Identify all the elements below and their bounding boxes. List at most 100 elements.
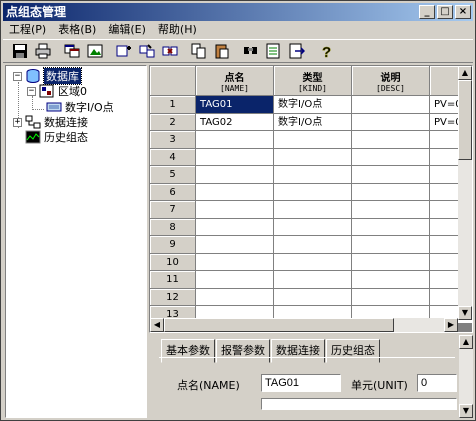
column-header-title: 类型 xyxy=(302,73,323,84)
grid-cell-kind[interactable] xyxy=(274,218,352,236)
unit-field[interactable]: 0 xyxy=(417,374,457,392)
menu-help[interactable]: 帮助(H) xyxy=(152,21,203,39)
grid-cell-desc[interactable] xyxy=(352,148,430,166)
grid-cell-name[interactable] xyxy=(196,288,274,306)
add-point-icon[interactable] xyxy=(113,40,135,62)
column-header[interactable]: 点名 [NAME] xyxy=(196,66,274,96)
copy-icon[interactable] xyxy=(188,40,210,62)
grid-cell-desc[interactable] xyxy=(352,166,430,184)
row-number[interactable]: 2 xyxy=(150,113,196,131)
grid-cell-name[interactable] xyxy=(196,218,274,236)
grid-cell-name[interactable] xyxy=(196,183,274,201)
row-number[interactable]: 11 xyxy=(150,271,196,289)
grid-cell-kind[interactable] xyxy=(274,131,352,149)
grid-cell-kind[interactable]: 数字I/O点 xyxy=(274,113,352,131)
row-number[interactable]: 3 xyxy=(150,131,196,149)
row-number[interactable]: 4 xyxy=(150,148,196,166)
grid-horizontal-scrollbar[interactable]: ◀ ▶ xyxy=(150,318,458,332)
row-number[interactable]: 5 xyxy=(150,166,196,184)
scroll-up-icon[interactable]: ▲ xyxy=(458,66,472,80)
row-number[interactable]: 7 xyxy=(150,201,196,219)
grid-cell-desc[interactable] xyxy=(352,183,430,201)
scroll-down-icon[interactable]: ▼ xyxy=(458,306,472,320)
grid-cell-kind[interactable] xyxy=(274,148,352,166)
grid-cell-name[interactable] xyxy=(196,166,274,184)
grid-cell-kind[interactable] xyxy=(274,183,352,201)
row-number[interactable]: 1 xyxy=(150,96,196,114)
grid-cell-desc[interactable] xyxy=(352,271,430,289)
grid-cell-desc[interactable] xyxy=(352,113,430,131)
grid-cell-kind[interactable] xyxy=(274,288,352,306)
minimize-button[interactable]: _ xyxy=(419,5,435,19)
grid-corner[interactable] xyxy=(150,66,196,96)
data-link-icon xyxy=(25,115,41,129)
scroll-left-icon[interactable]: ◀ xyxy=(150,318,164,332)
points-grid[interactable]: 点名 [NAME] 类型 [KIND] 说明 [DESC] 1 TAG01 数字I/O点 PV=0… xyxy=(149,65,473,333)
grid-vertical-scrollbar[interactable]: ▲ ▼ xyxy=(458,66,472,320)
report-icon[interactable] xyxy=(263,40,285,62)
print-icon[interactable] xyxy=(32,40,54,62)
export-icon[interactable] xyxy=(286,40,308,62)
help-icon[interactable]: ? xyxy=(315,40,337,62)
close-button[interactable]: × xyxy=(455,5,471,19)
column-header[interactable]: 类型 [KIND] xyxy=(274,66,352,96)
menu-project[interactable]: 工程(P) xyxy=(3,21,52,39)
row-number[interactable]: 8 xyxy=(150,218,196,236)
grid-cell-kind[interactable] xyxy=(274,253,352,271)
row-number[interactable]: 9 xyxy=(150,236,196,254)
scroll-thumb[interactable] xyxy=(458,80,472,160)
grid-cell-name[interactable] xyxy=(196,201,274,219)
row-number[interactable]: 10 xyxy=(150,253,196,271)
grid-cell-kind[interactable] xyxy=(274,236,352,254)
column-header-title: 说明 xyxy=(380,73,401,84)
scroll-up-icon[interactable]: ▲ xyxy=(459,335,473,349)
find-icon[interactable] xyxy=(240,40,262,62)
window-icon[interactable] xyxy=(61,40,83,62)
tree-node-data-link[interactable]: + 数据连接 xyxy=(13,114,88,130)
column-header[interactable]: 说明 [DESC] xyxy=(352,66,430,96)
delete-point-icon[interactable] xyxy=(159,40,181,62)
expand-icon[interactable]: + xyxy=(13,117,22,127)
grid-cell-name[interactable] xyxy=(196,271,274,289)
tree-node-database[interactable]: − 数据库 xyxy=(13,67,82,85)
tree-node-history[interactable]: 历史组态 xyxy=(25,129,88,145)
grid-cell-kind[interactable]: 数字I/O点 xyxy=(274,96,352,114)
grid-cell-name[interactable] xyxy=(196,131,274,149)
grid-cell-kind[interactable] xyxy=(274,166,352,184)
grid-cell-desc[interactable] xyxy=(352,253,430,271)
grid-cell-desc[interactable] xyxy=(352,131,430,149)
grid-cell-desc[interactable] xyxy=(352,218,430,236)
grid-cell-name[interactable]: TAG02 xyxy=(196,113,274,131)
insert-point-icon[interactable] xyxy=(136,40,158,62)
grid-cell-name[interactable] xyxy=(196,253,274,271)
maximize-button[interactable]: □ xyxy=(437,5,453,19)
collapse-icon[interactable]: − xyxy=(13,71,22,81)
desc-field[interactable] xyxy=(261,398,457,410)
grid-cell-desc[interactable] xyxy=(352,236,430,254)
window-title: 点组态管理 xyxy=(6,5,67,19)
project-tree[interactable]: − 数据库 − 区域0 数字I/O点 + 数据连接 历史组态 xyxy=(5,65,147,418)
grid-cell-kind[interactable] xyxy=(274,271,352,289)
menu-table[interactable]: 表格(B) xyxy=(52,21,102,39)
panel-vertical-scrollbar[interactable]: ▲ ▼ xyxy=(459,335,473,418)
grid-cell-desc[interactable] xyxy=(352,201,430,219)
row-number[interactable]: 6 xyxy=(150,183,196,201)
name-field[interactable]: TAG01 xyxy=(261,374,341,392)
grid-cell-desc[interactable] xyxy=(352,96,430,114)
menu-edit[interactable]: 编辑(E) xyxy=(102,21,152,39)
scroll-down-icon[interactable]: ▼ xyxy=(459,404,473,418)
row-number[interactable]: 12 xyxy=(150,288,196,306)
grid-cell-name[interactable] xyxy=(196,236,274,254)
save-icon[interactable] xyxy=(9,40,31,62)
tree-node-region[interactable]: − 区域0 xyxy=(27,83,87,99)
paste-icon[interactable] xyxy=(211,40,233,62)
scroll-thumb[interactable] xyxy=(164,318,394,332)
collapse-icon[interactable]: − xyxy=(27,86,36,96)
grid-cell-desc[interactable] xyxy=(352,288,430,306)
grid-cell-name[interactable]: TAG01 xyxy=(196,96,274,114)
grid-cell-name[interactable] xyxy=(196,148,274,166)
scroll-right-icon[interactable]: ▶ xyxy=(444,318,458,332)
image-icon[interactable] xyxy=(84,40,106,62)
tree-node-digital-io[interactable]: 数字I/O点 xyxy=(46,99,114,115)
grid-cell-kind[interactable] xyxy=(274,201,352,219)
